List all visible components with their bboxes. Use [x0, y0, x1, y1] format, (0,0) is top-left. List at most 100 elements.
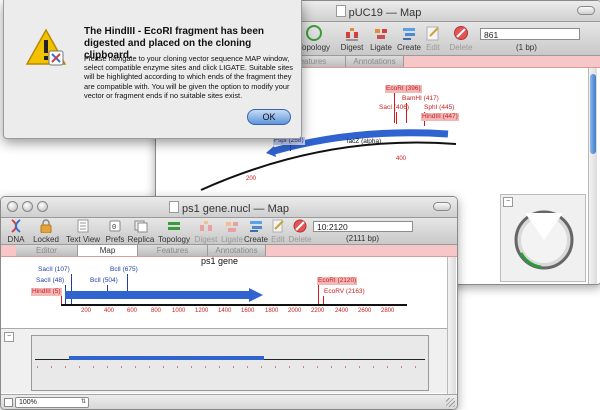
overview-collapse-button[interactable]: −: [4, 332, 14, 342]
plasmid-overview-circle: [514, 210, 574, 270]
ps1-status-bar: 100% ⇅: [1, 394, 457, 409]
enzyme-marker-fspi: [290, 145, 291, 151]
ruler-tick-label: 1600: [241, 308, 255, 314]
topology-icon: [168, 222, 180, 230]
toolbar-toggle-button[interactable]: [577, 6, 595, 15]
enzyme-marker-hindiii-5: [61, 296, 62, 304]
layout-toggle-icon[interactable]: [4, 398, 13, 407]
ligate-icon: [375, 29, 387, 39]
zoom-select[interactable]: 100% ⇅: [15, 397, 89, 408]
replica-button[interactable]: Replica: [126, 219, 156, 244]
delete-icon: [454, 26, 468, 40]
toolbar-toggle-button[interactable]: [433, 202, 451, 211]
edit-button[interactable]: Edit: [422, 25, 444, 52]
ligate-button[interactable]: Ligate: [368, 25, 394, 52]
ruler-tick-label: 2400: [335, 308, 349, 314]
delete-button[interactable]: Delete: [287, 219, 313, 244]
edit-icon: [272, 219, 284, 233]
enzyme-label-bcli-675[interactable]: BclI (675): [109, 266, 139, 274]
ligate-icon: [226, 222, 238, 232]
lock-icon: [40, 219, 52, 234]
ruler-tick-label: 2000: [288, 308, 302, 314]
enzyme-label-hindiii-5[interactable]: HindIII (5): [31, 288, 62, 296]
ruler-tick-label: 2200: [311, 308, 325, 314]
digest-button[interactable]: Digest: [193, 219, 219, 244]
plasmid-overview-panel: −: [500, 194, 586, 282]
feature-label-lacz: lacZ (alpha): [347, 138, 382, 145]
puc19-scroll-thumb[interactable]: [590, 74, 596, 154]
tab-features[interactable]: Features: [138, 245, 208, 256]
svg-text:0: 0: [112, 224, 116, 232]
ps1-map-window: ps1 gene.nucl — Map DNA Locked Text View…: [0, 196, 458, 410]
tab-annotations[interactable]: Annotations: [346, 56, 404, 67]
ruler-tick-label: 2800: [381, 308, 395, 314]
puc19-vertical-scrollbar[interactable]: [588, 68, 597, 284]
document-icon: [168, 201, 179, 213]
position-field[interactable]: 861: [480, 28, 580, 40]
alert-dialog: The HindIII - EcoRI fragment has been di…: [3, 0, 302, 139]
ruler-tick-label: 800: [151, 308, 162, 314]
ps1-vertical-scrollbar[interactable]: [447, 257, 456, 394]
text-view-button[interactable]: Text View: [63, 219, 103, 244]
ruler-tick-label: 1800: [265, 308, 279, 314]
sequence-length-label: (1 bp): [516, 43, 537, 52]
zoom-value: 100%: [19, 399, 37, 406]
gene-name-label: ps1 gene: [201, 256, 239, 266]
prefs-button[interactable]: 0 Prefs: [104, 219, 126, 244]
ps1-title-bar[interactable]: ps1 gene.nucl — Map: [1, 197, 457, 218]
ruler-tick-label: 200: [81, 308, 92, 314]
map-overview-strip: −: [1, 328, 447, 393]
overview-collapse-button[interactable]: −: [503, 197, 513, 207]
enzyme-label-ecori[interactable]: EcoRI (396): [385, 85, 422, 93]
ruler-tick-label: 400: [104, 308, 115, 314]
topology-button[interactable]: Topology: [298, 25, 330, 52]
enzyme-label-sacii-107[interactable]: SacII (107): [37, 266, 71, 274]
digest-button[interactable]: Digest: [338, 25, 366, 52]
edit-icon: [426, 26, 439, 41]
chevron-up-down-icon: ⇅: [80, 399, 86, 405]
ps1-toolbar: DNA Locked Text View 0 Prefs Replica Top…: [1, 218, 457, 245]
ok-button[interactable]: OK: [247, 109, 291, 125]
resize-grip-icon[interactable]: [446, 398, 455, 407]
sequence-backbone-line: [61, 304, 407, 306]
map-tick-200: 200: [246, 176, 257, 182]
locked-button[interactable]: Locked: [31, 219, 61, 244]
linear-map-area: ps1 gene SacII (107) SacII (48) HindIII …: [1, 256, 447, 325]
gene-feature-arrow: [65, 288, 263, 302]
range-field[interactable]: 10:2120: [313, 221, 413, 232]
sequence-length-label: (2111 bp): [346, 234, 380, 243]
overview-tick-marks: [37, 366, 423, 368]
create-button[interactable]: Create: [396, 25, 422, 52]
enzyme-label-saci[interactable]: SacI (406): [378, 104, 410, 112]
replica-icon: [134, 220, 148, 233]
prefs-icon: 0: [109, 220, 121, 232]
enzyme-marker-ecorv-2163: [323, 296, 324, 304]
enzyme-label-sacii-48[interactable]: SacII (48): [35, 277, 65, 285]
ruler-tick-label: 2600: [358, 308, 372, 314]
ligate-button[interactable]: Ligate: [219, 219, 245, 244]
enzyme-label-ecori-2120[interactable]: EcoRI (2120): [317, 277, 358, 285]
delete-button[interactable]: Delete: [446, 25, 476, 52]
tab-map[interactable]: Map: [78, 245, 138, 256]
ruler-tick-label: 1000: [172, 308, 186, 314]
tab-annotations[interactable]: Annotations: [208, 245, 266, 256]
enzyme-marker-saci: [396, 112, 397, 124]
enzyme-label-ecorv-2163[interactable]: EcoRV (2163): [323, 288, 366, 296]
ruler-tick-label: 600: [127, 308, 138, 314]
digest-icon: [200, 221, 212, 231]
enzyme-marker-ecori-2120: [318, 285, 319, 304]
dna-button[interactable]: DNA: [4, 219, 28, 244]
edit-button[interactable]: Edit: [267, 219, 289, 244]
tab-editor[interactable]: Editor: [16, 245, 78, 256]
enzyme-label-hindiii[interactable]: HindIII (447): [421, 113, 459, 121]
overview-viewport[interactable]: [31, 335, 429, 391]
enzyme-label-sphi[interactable]: SphI (445): [423, 104, 455, 112]
delete-icon: [293, 219, 307, 233]
create-button[interactable]: Create: [243, 219, 269, 244]
enzyme-label-bamhi[interactable]: BamHI (417): [401, 95, 440, 103]
ruler-tick-label: 1200: [195, 308, 209, 314]
topology-button[interactable]: Topology: [157, 219, 191, 244]
alert-message: Please navigate to your cloning vector s…: [84, 54, 293, 100]
dna-icon: [11, 219, 21, 233]
enzyme-label-bcli-504[interactable]: BclI (504): [89, 277, 119, 285]
